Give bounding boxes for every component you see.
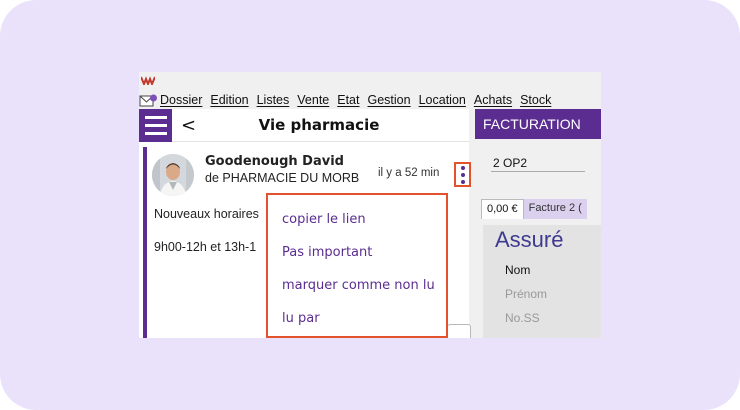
tab-invoice[interactable]: Facture 2 ( xyxy=(523,199,587,219)
menu-etat[interactable]: Etat xyxy=(337,93,359,107)
sender-name: Goodenough David xyxy=(205,154,344,169)
app-logo-icon xyxy=(141,76,155,85)
menu-item-copy-link[interactable]: copier le lien xyxy=(268,203,446,236)
background-card: Dossier Edition Listes Vente Etat Gestio… xyxy=(0,0,740,410)
menu-dossier[interactable]: Dossier xyxy=(160,93,202,107)
kebab-menu-icon[interactable] xyxy=(454,162,471,187)
action-button[interactable] xyxy=(447,324,471,338)
menu-location[interactable]: Location xyxy=(419,93,466,107)
billing-tabs: 0,00 € Facture 2 ( xyxy=(481,199,587,219)
page-title: Vie pharmacie xyxy=(258,116,380,134)
menu-achats[interactable]: Achats xyxy=(474,93,512,107)
billing-panel: FACTURATION 2 OP2 0,00 € Facture 2 ( Ass… xyxy=(475,109,601,338)
field-underline xyxy=(491,171,585,172)
billing-header: FACTURATION xyxy=(475,109,601,139)
mail-icon[interactable] xyxy=(139,93,158,107)
insured-title: Assuré xyxy=(495,227,564,252)
avatar xyxy=(152,154,194,196)
back-icon[interactable]: < xyxy=(181,115,196,136)
menu-item-read-by[interactable]: lu par xyxy=(268,302,446,335)
tab-amount[interactable]: 0,00 € xyxy=(481,199,524,219)
menu-listes[interactable]: Listes xyxy=(257,93,290,107)
menu-edition[interactable]: Edition xyxy=(210,93,248,107)
menu-vente[interactable]: Vente xyxy=(297,93,329,107)
sender-organization: de PHARMACIE DU MORB xyxy=(205,171,360,185)
menu-item-mark-unread[interactable]: marquer comme non lu xyxy=(268,269,446,302)
label-prenom: Prénom xyxy=(505,287,548,301)
menu-bar: Dossier Edition Listes Vente Etat Gestio… xyxy=(139,91,601,109)
context-menu: copier le lien Pas important marquer com… xyxy=(266,193,448,338)
label-noss: No.SS xyxy=(505,311,540,325)
panel-header: < Vie pharmacie xyxy=(139,109,469,142)
message-text-line-1: Nouveaux horaires xyxy=(154,207,259,221)
message-time: il y a 52 min xyxy=(378,167,440,179)
operator-field[interactable]: 2 OP2 xyxy=(493,156,527,170)
menu-stock[interactable]: Stock xyxy=(520,93,551,107)
menu-item-not-important[interactable]: Pas important xyxy=(268,236,446,269)
hamburger-icon[interactable] xyxy=(139,109,172,142)
menu-gestion[interactable]: Gestion xyxy=(368,93,411,107)
label-nom: Nom xyxy=(505,263,531,277)
message-text-line-2: 9h00-12h et 13h-1 xyxy=(154,240,257,254)
